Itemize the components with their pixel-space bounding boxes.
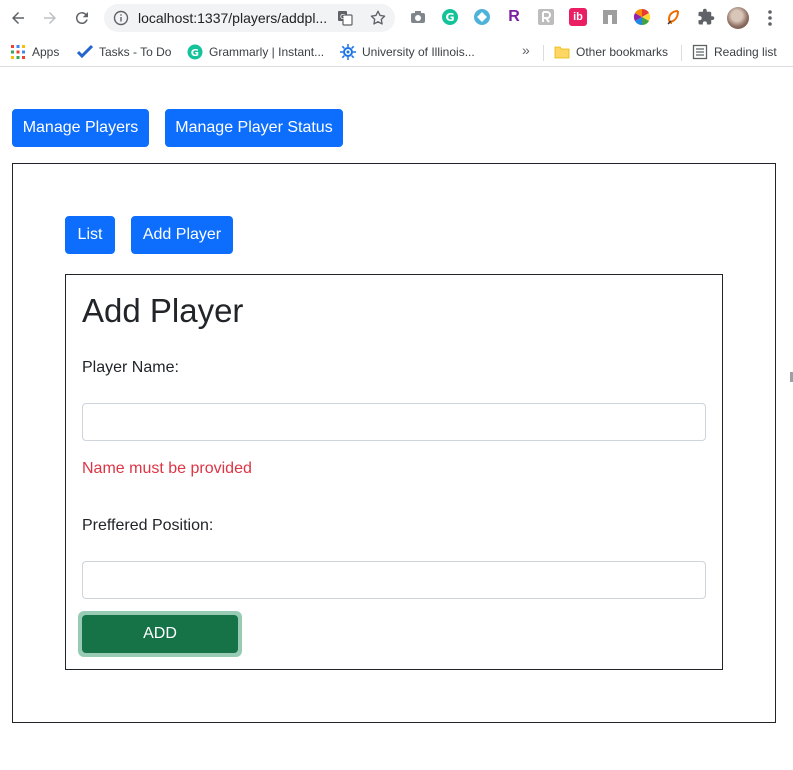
diamond-extension-icon[interactable] [473, 8, 491, 26]
preferred-position-label: Preffered Position: [82, 517, 214, 534]
svg-text:G: G [340, 13, 345, 21]
gray-block-extension-icon[interactable] [601, 8, 619, 26]
grammarly-extension-icon[interactable]: G [441, 8, 459, 26]
gear-icon [340, 44, 356, 60]
forward-button[interactable] [38, 6, 62, 30]
add-submit-button[interactable]: ADD [82, 615, 238, 653]
player-name-input[interactable] [82, 403, 706, 441]
bookmark-grammarly[interactable]: G Grammarly | Instant... [187, 42, 324, 62]
ib-extension-icon[interactable]: ib [569, 8, 587, 26]
svg-text:G: G [446, 11, 455, 24]
add-player-nav-button[interactable]: Add Player [131, 216, 233, 254]
bookmark-grammarly-label: Grammarly | Instant... [209, 45, 325, 59]
browser-menu-icon[interactable] [764, 9, 776, 27]
bookmark-apps-label: Apps [32, 45, 60, 59]
form-title: Add Player [82, 292, 244, 329]
bookmark-separator [543, 45, 544, 61]
bookmark-illinois-label: University of Illinois... [362, 45, 475, 59]
bookmark-reading-list[interactable]: Reading list [692, 42, 777, 62]
forward-arrow-icon [44, 12, 56, 24]
address-bar[interactable]: localhost:1337/players/addpl... G [104, 4, 395, 32]
bookmark-separator [681, 45, 682, 61]
bookmark-tasks-label: Tasks - To Do [99, 45, 172, 59]
bookmark-other-label: Other bookmarks [576, 45, 669, 59]
preferred-position-input[interactable] [82, 561, 706, 599]
r-extension-icon[interactable]: R [505, 8, 523, 26]
gray-r-extension-icon[interactable] [537, 8, 555, 26]
name-error-message: Name must be provided [82, 460, 252, 477]
reload-icon [75, 12, 88, 25]
bookmark-star-icon[interactable] [369, 9, 387, 27]
apps-grid-icon [11, 45, 25, 59]
manage-player-status-button[interactable]: Manage Player Status [165, 109, 343, 147]
bookmark-illinois[interactable]: University of Illinois... [340, 42, 475, 62]
bookmark-tasks[interactable]: Tasks - To Do [77, 42, 171, 62]
url-text[interactable]: localhost:1337/players/addpl... [138, 10, 327, 26]
puzzle-extensions-icon[interactable] [697, 8, 715, 26]
profile-avatar[interactable] [727, 7, 749, 29]
folder-icon [554, 46, 570, 59]
reading-list-icon [692, 44, 708, 60]
player-name-label: Player Name: [82, 359, 179, 376]
browser-toolbar: localhost:1337/players/addpl... G G R ib [0, 0, 793, 36]
camera-extension-icon[interactable] [409, 8, 427, 26]
grammarly-icon: G [187, 44, 203, 60]
bookmarks-overflow-chevron[interactable]: » [522, 42, 530, 58]
reload-button[interactable] [70, 6, 94, 30]
bookmarks-bar: Apps Tasks - To Do G Grammarly | Instant… [0, 37, 793, 67]
bookmark-other[interactable]: Other bookmarks [554, 42, 668, 62]
bookmark-apps[interactable]: Apps [10, 42, 59, 62]
leaf-extension-icon[interactable] [665, 8, 683, 26]
manage-players-button[interactable]: Manage Players [12, 109, 149, 147]
back-arrow-icon [12, 12, 24, 24]
site-info-icon[interactable] [113, 10, 129, 26]
translate-icon[interactable]: G [337, 10, 353, 26]
bookmark-reading-list-label: Reading list [714, 45, 777, 59]
checkmark-icon [77, 44, 93, 59]
back-button[interactable] [6, 6, 30, 30]
svg-text:G: G [191, 48, 199, 59]
list-button[interactable]: List [65, 216, 115, 254]
color-wheel-extension-icon[interactable] [633, 8, 651, 26]
